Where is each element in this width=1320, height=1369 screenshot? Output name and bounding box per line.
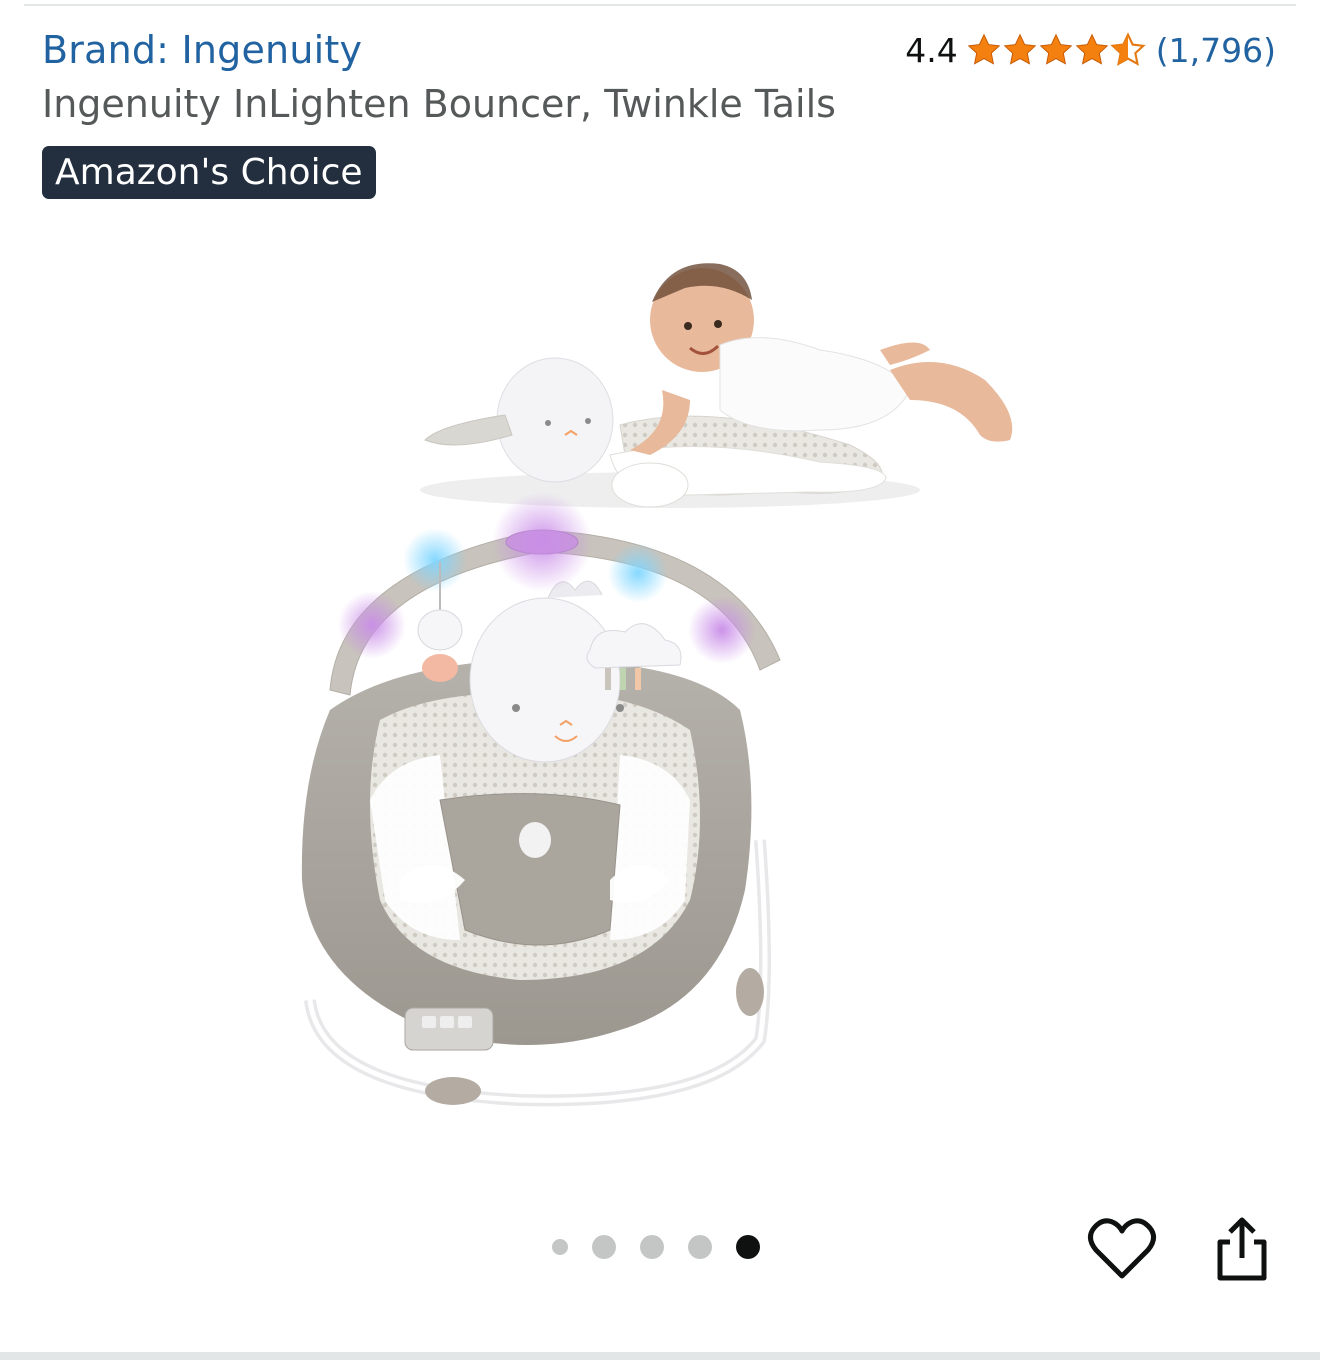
- review-count-link[interactable]: (1,796): [1156, 31, 1276, 70]
- carousel-dot[interactable]: [688, 1235, 712, 1259]
- star-icon: [1003, 33, 1037, 65]
- carousel-dot[interactable]: [592, 1235, 616, 1259]
- rating-summary[interactable]: 4.4 (1,796): [905, 28, 1276, 72]
- star-icon: [967, 33, 1001, 65]
- share-icon[interactable]: [1206, 1212, 1278, 1284]
- divider: [24, 4, 1296, 6]
- play-mat-illustration: [420, 263, 1013, 508]
- carousel-dot[interactable]: [552, 1239, 568, 1255]
- product-detail-page: Brand: Ingenuity Ingenuity InLighten Bou…: [0, 0, 1320, 1369]
- carousel-dot-active[interactable]: [736, 1235, 760, 1259]
- heart-icon[interactable]: [1086, 1214, 1158, 1286]
- divider: [0, 1352, 1320, 1360]
- star-rating: [966, 32, 1146, 68]
- star-icon: [1075, 33, 1109, 65]
- image-carousel-indicator[interactable]: [552, 1235, 784, 1259]
- half-star-icon: [1110, 32, 1146, 66]
- bouncer-illustration: [301, 492, 781, 1107]
- product-title: Ingenuity InLighten Bouncer, Twinkle Tai…: [42, 82, 836, 126]
- product-image[interactable]: [290, 240, 1030, 1120]
- carousel-dot[interactable]: [640, 1235, 664, 1259]
- rating-value: 4.4: [905, 30, 958, 70]
- amazons-choice-badge[interactable]: Amazon's Choice: [42, 146, 376, 199]
- brand-link[interactable]: Brand: Ingenuity: [42, 28, 362, 72]
- star-icon: [1039, 33, 1073, 65]
